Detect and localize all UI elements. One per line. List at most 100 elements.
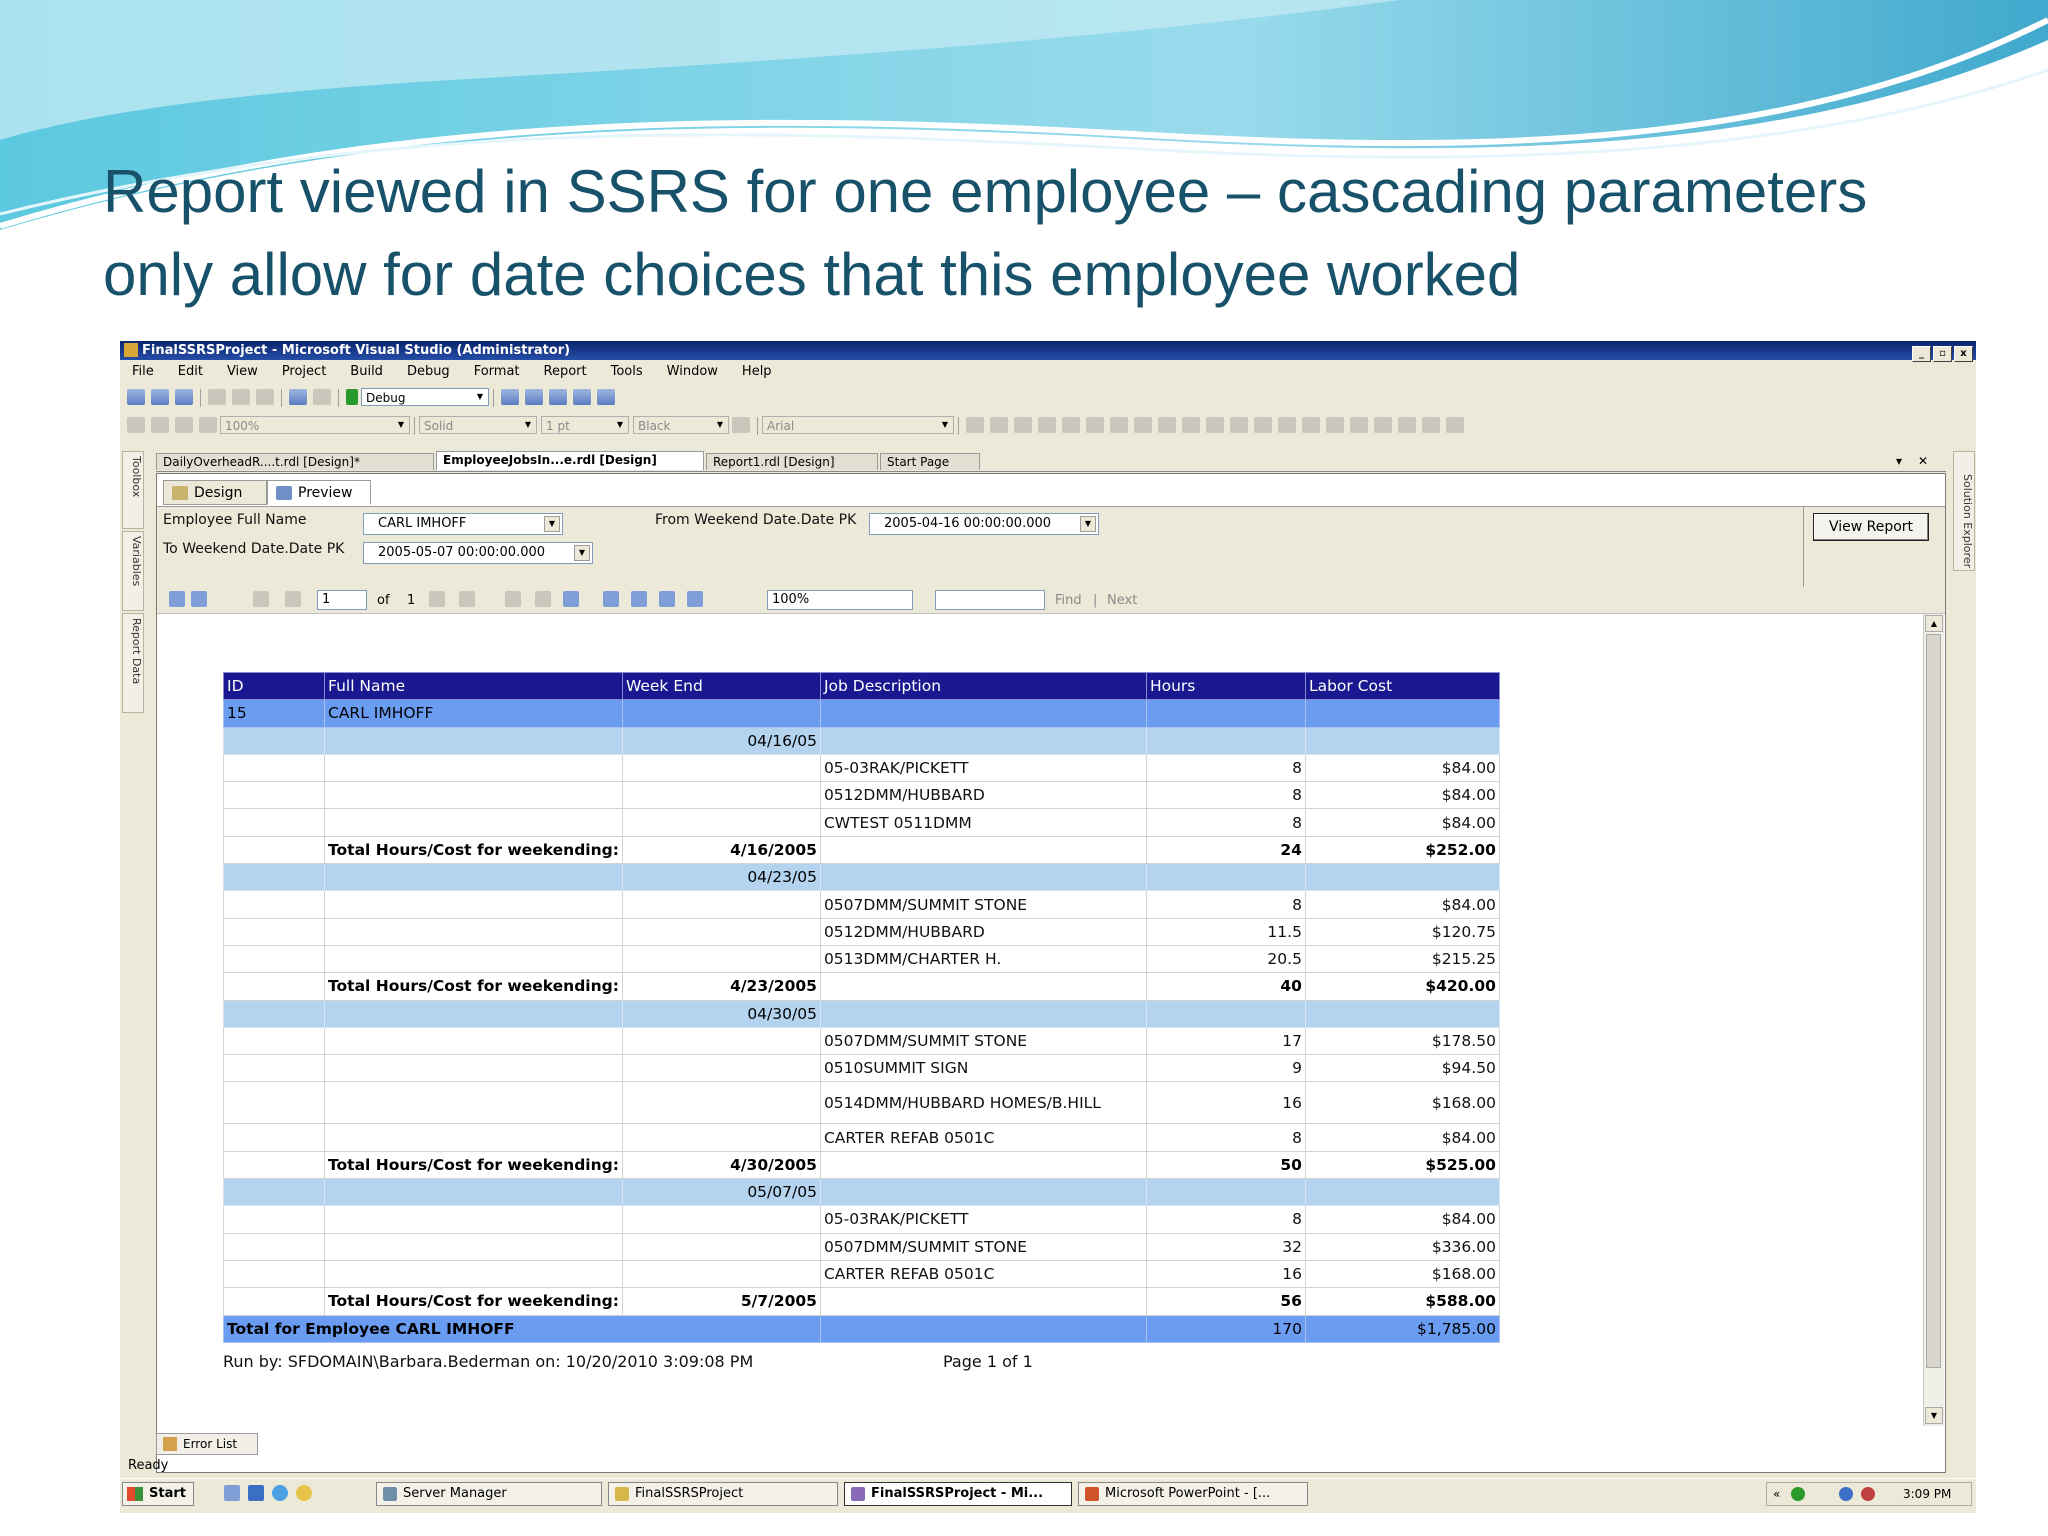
current-page-input[interactable]: 1 <box>317 590 367 610</box>
save-all-icon[interactable] <box>175 389 193 405</box>
active-files-dropdown-icon[interactable]: ▾ <box>1896 451 1902 471</box>
print-layout-icon[interactable] <box>631 591 647 607</box>
bring-to-front-icon[interactable] <box>1446 417 1464 433</box>
decrease-vertical-spacing-icon[interactable] <box>1350 417 1368 433</box>
remove-horizontal-spacing-icon[interactable] <box>1278 417 1296 433</box>
menu-edit[interactable]: Edit <box>166 361 215 383</box>
copy-icon[interactable] <box>232 389 250 405</box>
close-document-icon[interactable]: ✕ <box>1918 451 1928 471</box>
tab-daily-overhead-report[interactable]: DailyOverheadR....t.rdl [Design]* <box>156 453 434 470</box>
menu-view[interactable]: View <box>215 361 270 383</box>
remove-vertical-spacing-icon[interactable] <box>1374 417 1392 433</box>
error-list-tab[interactable]: Error List <box>156 1433 258 1455</box>
redo-icon[interactable] <box>313 389 331 405</box>
horizontal-spacing-equal-icon[interactable] <box>1206 417 1224 433</box>
borders-icon[interactable] <box>732 417 750 433</box>
undo-icon[interactable] <box>289 389 307 405</box>
save-icon[interactable] <box>151 389 169 405</box>
start-button[interactable]: Start <box>122 1482 194 1506</box>
previous-page-icon[interactable] <box>285 591 301 607</box>
find-text-input[interactable] <box>935 590 1045 610</box>
media-player-icon[interactable] <box>296 1485 312 1501</box>
align-middles-icon[interactable] <box>1062 417 1080 433</box>
next-link[interactable]: Next <box>1107 593 1137 608</box>
from-weekend-date-select[interactable]: 2005-04-16 00:00:00.000 ▼ <box>869 513 1099 535</box>
solution-explorer-icon[interactable] <box>525 389 543 405</box>
increase-horizontal-spacing-icon[interactable] <box>1230 417 1248 433</box>
menu-file[interactable]: File <box>120 361 166 383</box>
other-windows-icon[interactable] <box>597 389 615 405</box>
vertical-spacing-equal-icon[interactable] <box>1302 417 1320 433</box>
cut-icon[interactable] <box>208 389 226 405</box>
toolbox-tab[interactable]: Toolbox <box>122 451 144 529</box>
network-icon[interactable] <box>1791 1487 1805 1501</box>
grid-icon[interactable] <box>175 417 193 433</box>
close-button[interactable]: x <box>1954 346 1973 362</box>
make-same-size-icon[interactable] <box>1158 417 1176 433</box>
document-map-icon[interactable] <box>169 591 185 607</box>
align-rights-icon[interactable] <box>1014 417 1032 433</box>
next-page-icon[interactable] <box>429 591 445 607</box>
parameters-toggle-icon[interactable] <box>191 591 207 607</box>
center-vertically-icon[interactable] <box>1422 417 1440 433</box>
menu-project[interactable]: Project <box>270 361 338 383</box>
minimize-button[interactable]: _ <box>1912 346 1931 362</box>
print-icon[interactable] <box>603 591 619 607</box>
to-weekend-date-select[interactable]: 2005-05-07 00:00:00.000 ▼ <box>363 542 593 564</box>
tab-report1[interactable]: Report1.rdl [Design] <box>706 453 878 470</box>
view-report-button[interactable]: View Report <box>1813 513 1929 541</box>
internet-explorer-icon[interactable] <box>272 1485 288 1501</box>
find-link[interactable]: Find <box>1055 593 1082 608</box>
taskbar-final-ssrs-project-folder[interactable]: FinalSSRSProject <box>608 1482 838 1506</box>
tab-employee-jobs-report[interactable]: EmployeeJobsIn...e.rdl [Design] <box>436 451 704 470</box>
stop-icon[interactable] <box>535 591 551 607</box>
menu-window[interactable]: Window <box>655 361 730 383</box>
report-layout-icon[interactable] <box>127 417 145 433</box>
make-same-height-icon[interactable] <box>1134 417 1152 433</box>
menu-tools[interactable]: Tools <box>599 361 655 383</box>
first-page-icon[interactable] <box>253 591 269 607</box>
restore-button[interactable]: ▫ <box>1933 346 1952 362</box>
page-icon[interactable] <box>151 417 169 433</box>
menu-help[interactable]: Help <box>730 361 784 383</box>
scroll-down-icon[interactable]: ▼ <box>1925 1407 1943 1424</box>
refresh-icon[interactable] <box>563 591 579 607</box>
employee-full-name-select[interactable]: CARL IMHOFF ▼ <box>363 513 563 535</box>
tab-preview[interactable]: Preview <box>267 480 371 505</box>
border-style-select[interactable]: Solid ▼ <box>419 416 537 434</box>
solution-explorer-tab[interactable]: Solution Explorer <box>1953 451 1975 571</box>
new-project-icon[interactable] <box>127 389 145 405</box>
show-desktop-icon[interactable] <box>224 1485 240 1501</box>
export-icon[interactable] <box>687 591 703 607</box>
start-debugging-icon[interactable] <box>346 389 358 405</box>
size-to-grid-icon[interactable] <box>1182 417 1200 433</box>
taskbar-visual-studio[interactable]: FinalSSRSProject - Mi... <box>844 1482 1072 1506</box>
solution-configuration-select[interactable]: Debug ▼ <box>361 388 489 406</box>
page-setup-icon[interactable] <box>659 591 675 607</box>
tab-start-page[interactable]: Start Page <box>880 453 980 470</box>
increase-vertical-spacing-icon[interactable] <box>1326 417 1344 433</box>
border-color-select[interactable]: Black ▼ <box>633 416 729 434</box>
taskbar-powerpoint[interactable]: Microsoft PowerPoint - [... <box>1078 1482 1308 1506</box>
menu-debug[interactable]: Debug <box>395 361 462 383</box>
align-centers-icon[interactable] <box>990 417 1008 433</box>
make-same-width-icon[interactable] <box>1110 417 1128 433</box>
explorer-icon[interactable] <box>248 1485 264 1501</box>
align-bottoms-icon[interactable] <box>1086 417 1104 433</box>
font-select[interactable]: Arial ▼ <box>762 416 954 434</box>
decrease-horizontal-spacing-icon[interactable] <box>1254 417 1272 433</box>
menu-format[interactable]: Format <box>462 361 532 383</box>
scroll-up-icon[interactable]: ▲ <box>1925 615 1943 632</box>
menu-report[interactable]: Report <box>532 361 599 383</box>
tray-expand-icon[interactable]: « <box>1773 1483 1780 1505</box>
volume-icon[interactable] <box>1861 1487 1875 1501</box>
safely-remove-icon[interactable] <box>1839 1487 1853 1501</box>
align-lefts-icon[interactable] <box>966 417 984 433</box>
back-to-parent-icon[interactable] <box>505 591 521 607</box>
properties-icon[interactable] <box>549 389 567 405</box>
window-titlebar[interactable]: FinalSSRSProject - Microsoft Visual Stud… <box>120 341 1976 362</box>
scrollbar-thumb[interactable] <box>1926 634 1941 1368</box>
zoom-select[interactable]: 100% ▼ <box>220 416 410 434</box>
center-horizontally-icon[interactable] <box>1398 417 1416 433</box>
taskbar-server-manager[interactable]: Server Manager <box>376 1482 602 1506</box>
